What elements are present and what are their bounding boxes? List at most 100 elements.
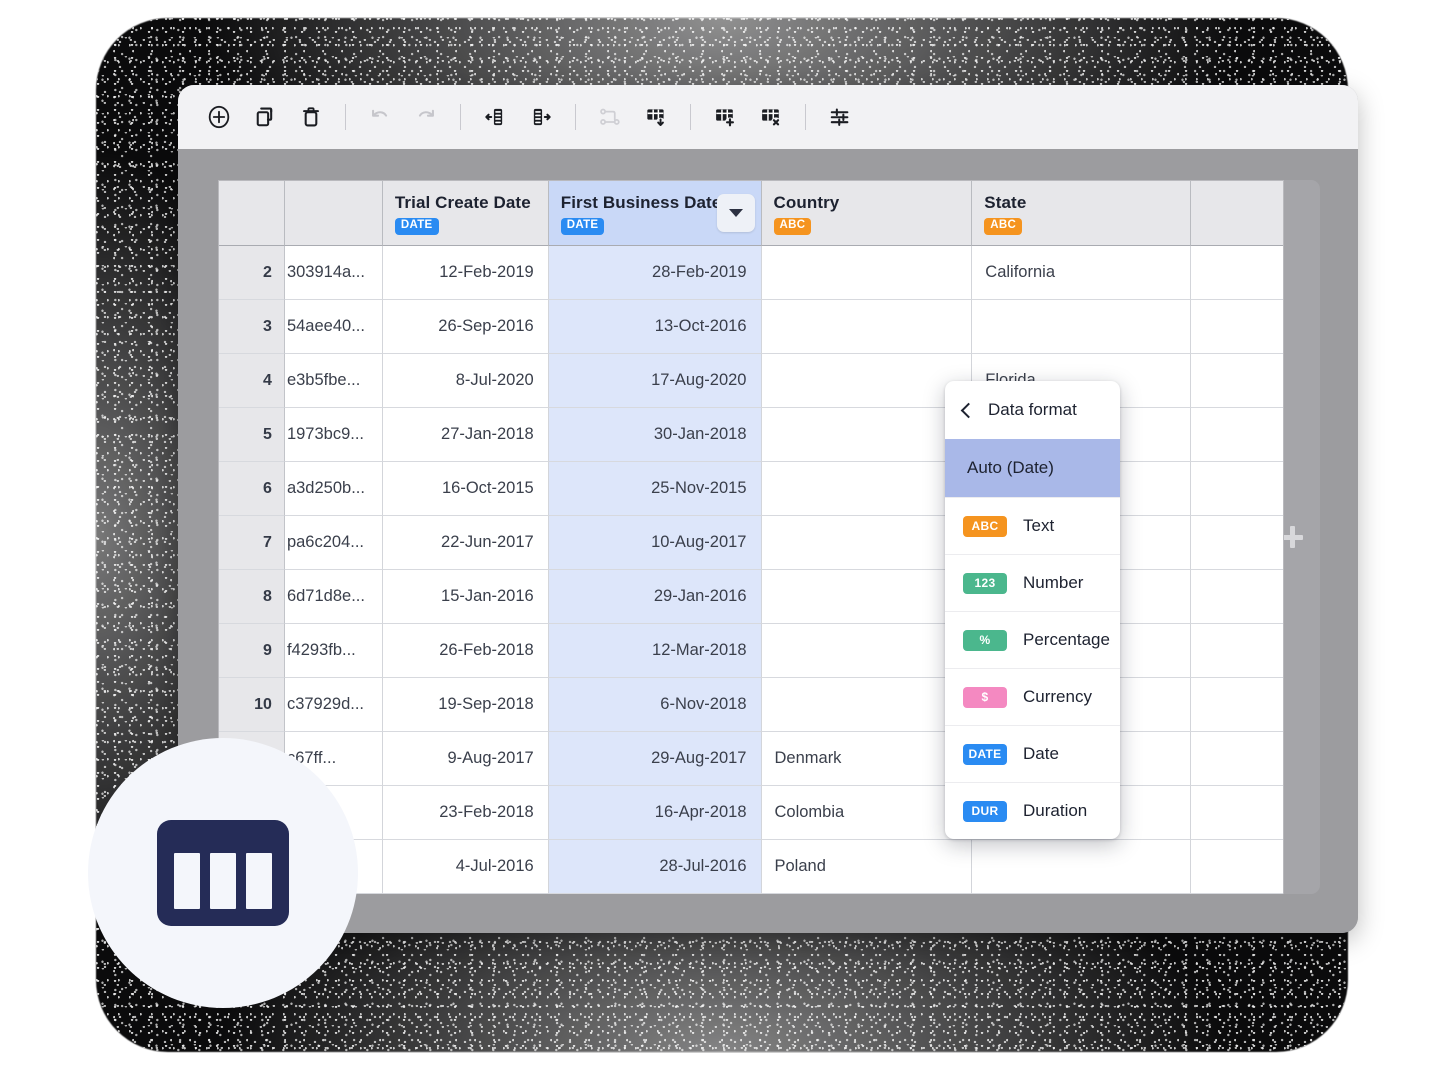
table-row[interactable]: c67ff...9-Aug-201729-Aug-2017Denmark [219,732,1283,786]
menu-item-currency[interactable]: $Currency [945,668,1120,725]
row-number[interactable]: 10 [219,678,285,732]
duplicate-button[interactable] [242,94,288,140]
format-badge: % [963,630,1007,651]
cell-country[interactable] [762,462,973,516]
column-header-state[interactable]: State ABC [972,181,1191,246]
remove-table-button[interactable] [748,94,794,140]
cell-state[interactable] [972,300,1191,354]
menu-item-text[interactable]: ABCText [945,497,1120,554]
menu-item-date[interactable]: DATEDate [945,725,1120,782]
link-records-button[interactable] [587,94,633,140]
cell-first-business-date[interactable]: 29-Aug-2017 [549,732,762,786]
fill-down-button[interactable] [633,94,679,140]
cell-first-business-date[interactable]: 28-Feb-2019 [549,246,762,300]
cell-country[interactable]: Colombia [762,786,973,840]
row-number[interactable]: 9 [219,624,285,678]
cell-trial-create-date[interactable]: 26-Feb-2018 [383,624,549,678]
redo-button[interactable] [403,94,449,140]
cell-id[interactable]: 303914a... [285,246,383,300]
cell-id[interactable]: c37929d... [285,678,383,732]
logo-bar [246,853,272,909]
menu-back-header[interactable]: Data format [945,381,1120,439]
cell-id[interactable]: 1973bc9... [285,408,383,462]
cell-first-business-date[interactable]: 13-Oct-2016 [549,300,762,354]
menu-item-percentage[interactable]: %Percentage [945,611,1120,668]
table-row[interactable]: 2303914a...12-Feb-201928-Feb-2019 Califor… [219,246,1283,300]
cell-trial-create-date[interactable]: 15-Jan-2016 [383,570,549,624]
table-row[interactable]: 7pa6c204...22-Jun-201710-Aug-2017 [219,516,1283,570]
column-header-first-business-date[interactable]: First Business Date DATE [549,181,762,246]
cell-first-business-date[interactable]: 30-Jan-2018 [549,408,762,462]
cell-first-business-date[interactable]: 25-Nov-2015 [549,462,762,516]
add-table-button[interactable] [702,94,748,140]
cell-country[interactable] [762,300,973,354]
insert-column-right-button[interactable] [518,94,564,140]
table-row[interactable]: 51973bc9...27-Jan-201830-Jan-2018 [219,408,1283,462]
cell-trial-create-date[interactable]: 8-Jul-2020 [383,354,549,408]
cell-trial-create-date[interactable]: 27-Jan-2018 [383,408,549,462]
cell-country[interactable] [762,570,973,624]
menu-item-number[interactable]: 123Number [945,554,1120,611]
cell-trial-create-date[interactable]: 19-Sep-2018 [383,678,549,732]
column-title: State [984,193,1026,213]
cell-country[interactable]: Poland [762,840,973,894]
row-number[interactable]: 4 [219,354,285,408]
row-number[interactable]: 7 [219,516,285,570]
row-number[interactable]: 5 [219,408,285,462]
cell-id[interactable]: 54aee40... [285,300,383,354]
cell-trial-create-date[interactable]: 4-Jul-2016 [383,840,549,894]
cell-country[interactable]: Denmark [762,732,973,786]
row-number[interactable]: 3 [219,300,285,354]
column-header-id[interactable] [285,181,383,246]
settings-button[interactable] [817,94,863,140]
insert-column-left-button[interactable] [472,94,518,140]
row-number[interactable]: 2 [219,246,285,300]
cell-first-business-date[interactable]: 16-Apr-2018 [549,786,762,840]
add-record-button[interactable] [196,94,242,140]
cell-state[interactable]: California [972,246,1191,300]
cell-id[interactable]: e3b5fbe... [285,354,383,408]
undo-button[interactable] [357,94,403,140]
column-menu-button[interactable] [717,194,755,232]
table-row[interactable]: 6a3d250b...16-Oct-201525-Nov-2015 [219,462,1283,516]
cell-country[interactable] [762,678,973,732]
cell-trial-create-date[interactable]: 16-Oct-2015 [383,462,549,516]
cell-id[interactable]: a3d250b... [285,462,383,516]
cell-country[interactable] [762,354,973,408]
cell-first-business-date[interactable]: 17-Aug-2020 [549,354,762,408]
cell-country[interactable] [762,408,973,462]
table-row[interactable]: 4-Jul-201628-Jul-2016Poland [219,840,1283,894]
cell-first-business-date[interactable]: 28-Jul-2016 [549,840,762,894]
cell-country[interactable] [762,516,973,570]
cell-id[interactable]: pa6c204... [285,516,383,570]
cell-country[interactable] [762,246,973,300]
cell-trial-create-date[interactable]: 9-Aug-2017 [383,732,549,786]
menu-item-auto-date[interactable]: Auto (Date) [945,439,1120,497]
table-row[interactable]: 86d71d8e...15-Jan-201629-Jan-2016 [219,570,1283,624]
cell-trial-create-date[interactable]: 26-Sep-2016 [383,300,549,354]
cell-state[interactable] [972,840,1191,894]
row-number[interactable]: 6 [219,462,285,516]
table-row[interactable]: ...23-Feb-201816-Apr-2018Colombia [219,786,1283,840]
table-row[interactable]: 9f4293fb...26-Feb-201812-Mar-2018Indiana [219,624,1283,678]
table-row[interactable]: 354aee40...26-Sep-201613-Oct-2016 [219,300,1283,354]
cell-id[interactable]: f4293fb... [285,624,383,678]
table-row[interactable]: 4e3b5fbe...8-Jul-202017-Aug-2020Florida [219,354,1283,408]
cell-first-business-date[interactable]: 10-Aug-2017 [549,516,762,570]
cell-trial-create-date[interactable]: 23-Feb-2018 [383,786,549,840]
delete-button[interactable] [288,94,334,140]
cell-id[interactable]: 6d71d8e... [285,570,383,624]
cell-trial-create-date[interactable]: 22-Jun-2017 [383,516,549,570]
column-header-country[interactable]: Country ABC [762,181,973,246]
cell-first-business-date[interactable]: 12-Mar-2018 [549,624,762,678]
table-row[interactable]: 10c37929d...19-Sep-20186-Nov-2018 [219,678,1283,732]
column-header-trial-create-date[interactable]: Trial Create Date DATE [383,181,549,246]
cell-filler [1191,678,1283,732]
menu-item-duration[interactable]: DURDuration [945,782,1120,839]
cell-first-business-date[interactable]: 29-Jan-2016 [549,570,762,624]
cell-first-business-date[interactable]: 6-Nov-2018 [549,678,762,732]
three-column-table-mark-icon [157,820,289,926]
cell-country[interactable] [762,624,973,678]
cell-trial-create-date[interactable]: 12-Feb-2019 [383,246,549,300]
row-number[interactable]: 8 [219,570,285,624]
